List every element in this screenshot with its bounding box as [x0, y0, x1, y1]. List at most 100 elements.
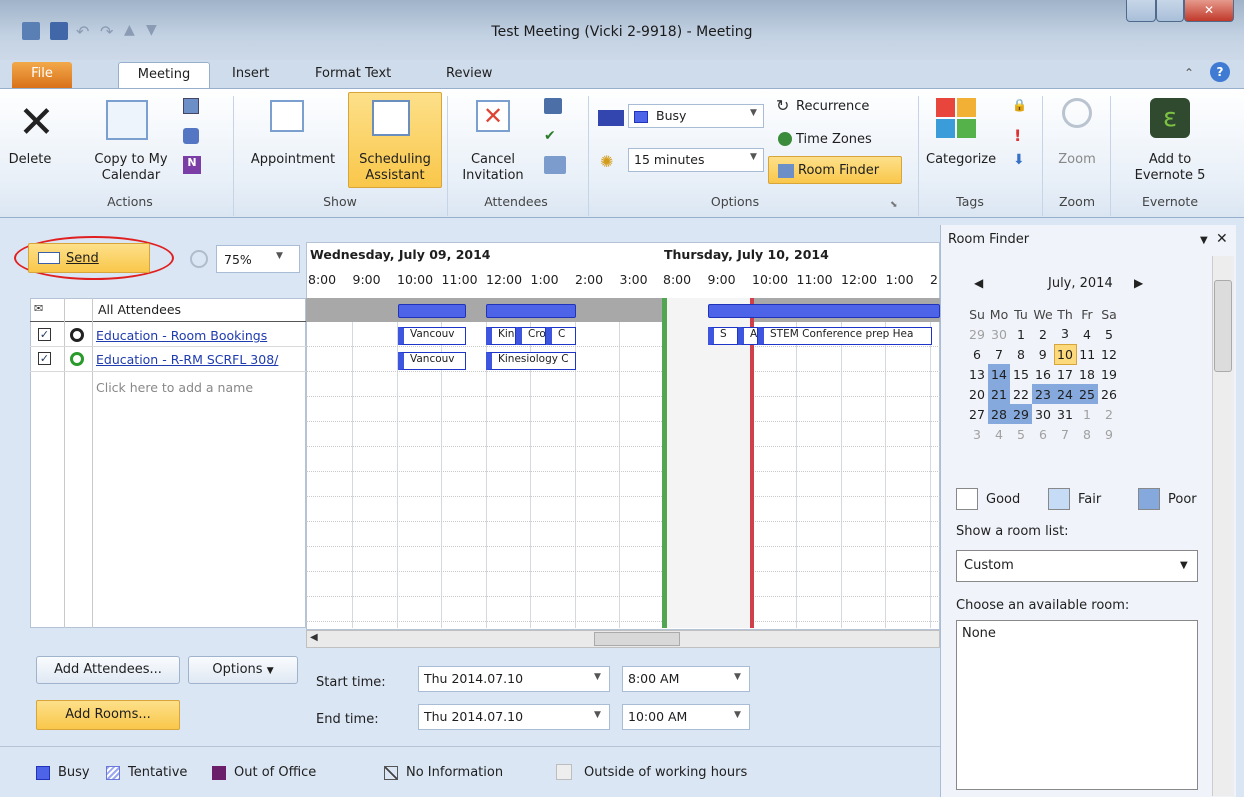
- private-lock-icon[interactable]: 🔒: [1012, 98, 1027, 114]
- tab-file[interactable]: File: [12, 62, 72, 88]
- low-importance-icon[interactable]: ⬇: [1013, 152, 1025, 168]
- calendar-day[interactable]: 31: [1054, 404, 1076, 424]
- attendee-room-scrfl[interactable]: Education - R-RM SCRFL 308/: [96, 352, 304, 367]
- appointment-button[interactable]: Appointment: [242, 152, 344, 167]
- time-zones-button[interactable]: Time Zones: [796, 132, 872, 147]
- calendar-day[interactable]: 10: [1053, 343, 1077, 365]
- cancel-invitation-button[interactable]: Cancel: [458, 152, 528, 167]
- add-to-evernote-button[interactable]: Add to: [1126, 152, 1214, 167]
- check-names-icon[interactable]: ✔: [544, 128, 562, 144]
- meeting-start-line[interactable]: [662, 298, 667, 628]
- calendar-day[interactable]: 29: [1010, 404, 1032, 424]
- calendar-day[interactable]: 22: [1010, 384, 1032, 404]
- calendar-day[interactable]: 23: [1032, 384, 1054, 404]
- prev-month-icon[interactable]: ◀: [974, 276, 983, 290]
- scrollbar-thumb[interactable]: [594, 632, 680, 646]
- add-attendees-button[interactable]: Add Attendees...: [36, 656, 180, 684]
- calendar-day[interactable]: 1: [1076, 404, 1098, 424]
- scroll-left-icon[interactable]: ◀: [310, 632, 318, 643]
- event-block[interactable]: C: [546, 327, 576, 345]
- calendar-day[interactable]: 19: [1098, 364, 1120, 384]
- categorize-button[interactable]: Categorize: [926, 152, 996, 167]
- calendar-day[interactable]: 29: [966, 324, 988, 344]
- required-attendee-icon[interactable]: [70, 328, 84, 342]
- calendar-day[interactable]: 5: [1098, 324, 1120, 344]
- resource-attendee-icon[interactable]: [70, 352, 84, 366]
- event-block[interactable]: S: [708, 327, 738, 345]
- pane-menu-icon[interactable]: ▼: [1200, 235, 1208, 246]
- add-name-field[interactable]: Click here to add a name: [96, 380, 253, 395]
- calendar-day[interactable]: 1: [1010, 324, 1032, 344]
- available-rooms-list[interactable]: [956, 620, 1198, 790]
- event-block[interactable]: A: [738, 327, 758, 345]
- zoom-magnifier-icon[interactable]: [190, 250, 208, 268]
- calendar-day[interactable]: 8: [1076, 424, 1098, 444]
- close-button[interactable]: ✕: [1184, 0, 1234, 22]
- pane-close-icon[interactable]: ✕: [1216, 231, 1228, 247]
- calendar-day[interactable]: 21: [988, 384, 1010, 404]
- calendar-day[interactable]: 11: [1076, 344, 1098, 364]
- event-block[interactable]: Kines: [486, 327, 516, 345]
- event-block[interactable]: Vancouv: [398, 352, 466, 370]
- calendar-day[interactable]: 7: [1054, 424, 1076, 444]
- zoom-button[interactable]: Zoom: [1052, 152, 1102, 167]
- attendee-checkbox[interactable]: ✓: [38, 352, 51, 365]
- event-block[interactable]: Vancouv: [398, 327, 466, 345]
- attendee-checkbox[interactable]: ✓: [38, 328, 51, 341]
- calendar-day[interactable]: 12: [1098, 344, 1120, 364]
- calendar-day[interactable]: 14: [988, 364, 1010, 384]
- show-as-dropdown[interactable]: [628, 104, 764, 128]
- minimize-button[interactable]: [1126, 0, 1156, 22]
- next-month-icon[interactable]: ▶: [1134, 276, 1143, 290]
- calendar-day[interactable]: 15: [1010, 364, 1032, 384]
- envelope-sort-icon[interactable]: ✉: [34, 302, 43, 315]
- calendar-day[interactable]: 18: [1076, 364, 1098, 384]
- calendar-day[interactable]: 27: [966, 404, 988, 424]
- calendar-day[interactable]: 26: [1098, 384, 1120, 404]
- calendar-day[interactable]: 7: [988, 344, 1010, 364]
- pane-scrollbar-thumb[interactable]: [1214, 280, 1232, 372]
- maximize-button[interactable]: [1156, 0, 1184, 22]
- calendar-day[interactable]: 3: [1054, 324, 1076, 344]
- calendar-day[interactable]: 6: [966, 344, 988, 364]
- high-importance-icon[interactable]: !: [1014, 126, 1021, 145]
- meeting-end-line[interactable]: [750, 298, 754, 628]
- calendar-day[interactable]: 8: [1010, 344, 1032, 364]
- calendar-day[interactable]: 25: [1076, 384, 1098, 404]
- dialog-launcher-icon[interactable]: ⬊: [890, 200, 898, 210]
- forward-icon[interactable]: [183, 98, 199, 114]
- event-block[interactable]: Cro: [516, 327, 546, 345]
- response-options-icon[interactable]: [544, 156, 566, 174]
- options-button[interactable]: Options ▼: [188, 656, 298, 684]
- calendar-day[interactable]: 9: [1032, 344, 1054, 364]
- attendee-room-bookings[interactable]: Education - Room Bookings: [96, 328, 267, 343]
- calendar-day[interactable]: 5: [1010, 424, 1032, 444]
- calendar-day[interactable]: 3: [966, 424, 988, 444]
- tab-review[interactable]: Review: [436, 62, 502, 88]
- calendar-day[interactable]: 16: [1032, 364, 1054, 384]
- share-icon[interactable]: [183, 128, 199, 144]
- minimize-ribbon-icon[interactable]: ⌃: [1184, 66, 1194, 80]
- calendar-day[interactable]: 2: [1032, 324, 1054, 344]
- calendar-day[interactable]: 4: [1076, 324, 1098, 344]
- tab-insert[interactable]: Insert: [222, 62, 279, 88]
- onenote-icon[interactable]: N: [183, 156, 201, 174]
- copy-to-calendar-button[interactable]: Copy to My: [86, 152, 176, 167]
- calendar-day[interactable]: 17: [1054, 364, 1076, 384]
- calendar-day[interactable]: 6: [1032, 424, 1054, 444]
- calendar-day[interactable]: 2: [1098, 404, 1120, 424]
- tab-meeting[interactable]: Meeting: [118, 62, 210, 88]
- event-block[interactable]: STEM Conference prep Hea: [758, 327, 932, 345]
- tab-format-text[interactable]: Format Text: [305, 62, 401, 88]
- meeting-time-selection[interactable]: [662, 298, 752, 628]
- event-block[interactable]: Kinesiology C: [486, 352, 576, 370]
- recurrence-button[interactable]: Recurrence: [796, 99, 869, 114]
- calendar-day[interactable]: 4: [988, 424, 1010, 444]
- add-rooms-button[interactable]: Add Rooms...: [36, 700, 180, 730]
- mini-calendar[interactable]: Su Mo Tu We Th Fr Sa 29 30 1 2 3 4 5 6 7 8 9 10 11 12 13 14 15…: [966, 304, 1120, 444]
- calendar-day[interactable]: 30: [1032, 404, 1054, 424]
- delete-button[interactable]: Delete: [4, 152, 56, 167]
- calendar-day[interactable]: 30: [988, 324, 1010, 344]
- calendar-day[interactable]: 20: [966, 384, 988, 404]
- calendar-day[interactable]: 9: [1098, 424, 1120, 444]
